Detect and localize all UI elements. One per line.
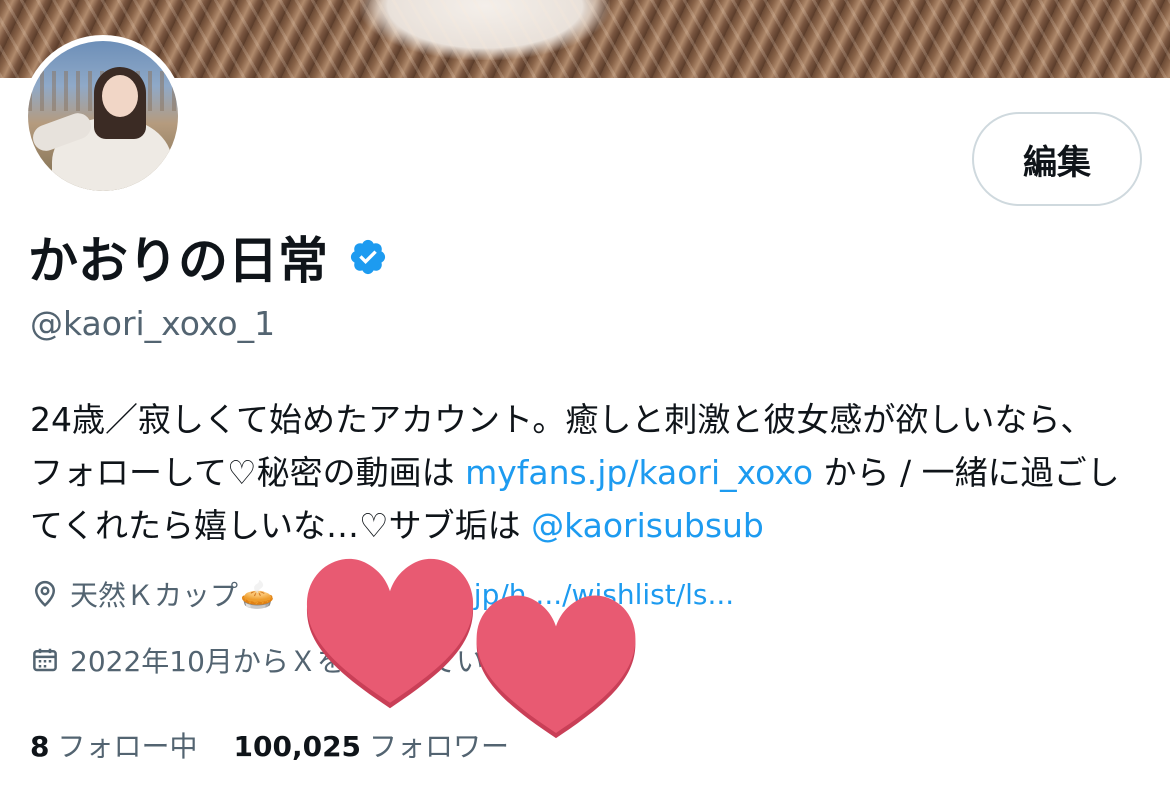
avatar[interactable] <box>22 35 184 197</box>
bio-text: フォローして♡秘密の動画は <box>30 453 466 492</box>
following-link[interactable]: 8 フォロー中 <box>30 725 198 765</box>
display-name-row: かおりの日常 <box>28 226 388 290</box>
heart-sticker <box>306 558 474 709</box>
bio-mention-sub-account[interactable]: @kaorisubsub <box>531 506 764 545</box>
location-text: 天然Ｋカップ <box>70 579 239 612</box>
heart-sticker <box>476 595 636 739</box>
bio-text: てくれたら嬉しいな…♡サブ垢は <box>30 506 532 545</box>
follow-stats: 8 フォロー中 100,025 フォロワー <box>30 725 509 765</box>
avatar-photo <box>28 41 178 191</box>
bio-line: 24歳／寂しくて始めたアカウント。癒しと刺激と彼女感が欲しいなら、 <box>30 393 1150 446</box>
verified-badge-icon[interactable] <box>348 237 388 277</box>
bio-line: フォローして♡秘密の動画は myfans.jp/kaori_xoxo から / … <box>30 446 1150 499</box>
handle: @kaori_xoxo_1 <box>30 304 276 343</box>
bio: 24歳／寂しくて始めたアカウント。癒しと刺激と彼女感が欲しいなら、 フォローして… <box>30 393 1150 552</box>
followers-count: 100,025 <box>233 730 362 763</box>
following-count: 8 <box>30 730 50 763</box>
display-name: かおりの日常 <box>28 232 328 290</box>
calendar-icon <box>33 648 57 672</box>
bio-line: てくれたら嬉しいな…♡サブ垢は @kaorisubsub <box>30 499 1150 552</box>
banner-texture <box>0 0 1170 78</box>
bio-text: から / 一緒に過ごし <box>813 453 1120 492</box>
following-label: フォロー中 <box>57 730 198 763</box>
bio-text: 24歳／寂しくて始めたアカウント。癒しと刺激と彼女感が欲しいなら、 <box>30 400 1094 439</box>
pie-emoji-icon: 🥧 <box>240 577 275 611</box>
followers-link[interactable]: 100,025 フォロワー <box>234 725 510 765</box>
avatar-photo-face <box>102 75 138 117</box>
bio-link-myfans[interactable]: myfans.jp/kaori_xoxo <box>465 453 813 492</box>
edit-profile-button[interactable]: 編集 <box>972 112 1142 206</box>
location-pin-icon <box>34 580 56 607</box>
